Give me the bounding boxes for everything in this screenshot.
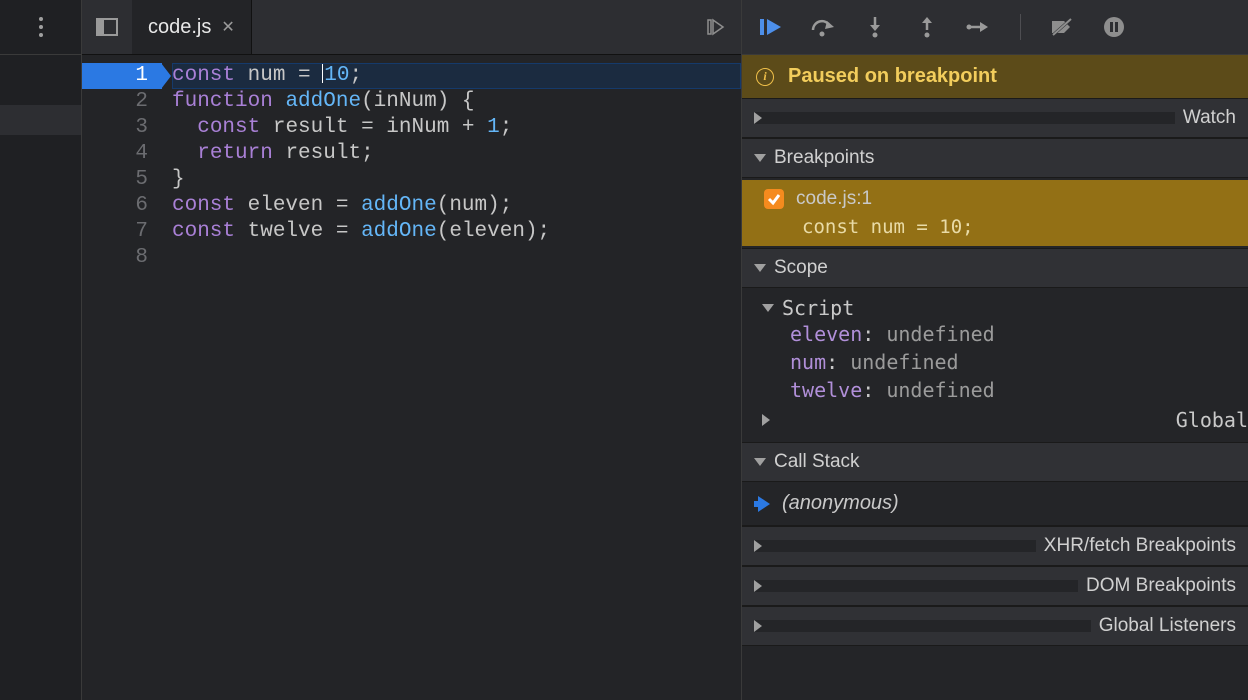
debugger-panel: i Paused on breakpoint Watch Breakpoints… — [742, 0, 1248, 700]
line-number[interactable]: 8 — [82, 245, 162, 271]
scope-variable[interactable]: num: undefined — [790, 348, 1248, 376]
line-gutter[interactable]: 12345678 — [82, 55, 162, 700]
breakpoints-list: code.js:1 const num = 10; — [742, 178, 1248, 248]
source-panel: code.js ✕ 12345678 const num = 10;functi… — [82, 0, 742, 700]
run-snippet-button[interactable] — [691, 0, 741, 54]
scope-script[interactable]: Script — [762, 296, 1248, 320]
chevron-right-icon — [754, 112, 1175, 124]
section-label: Global Listeners — [1099, 615, 1236, 637]
close-icon[interactable]: ✕ — [221, 17, 234, 37]
section-xhr[interactable]: XHR/fetch Breakpoints — [742, 526, 1248, 566]
more-options-button[interactable] — [0, 0, 81, 55]
tab-codejs[interactable]: code.js ✕ — [132, 0, 252, 54]
breakpoint-label: code.js:1 — [796, 188, 872, 210]
callstack-frame[interactable]: (anonymous) — [742, 482, 1248, 526]
section-dom[interactable]: DOM Breakpoints — [742, 566, 1248, 606]
section-label: Scope — [774, 257, 828, 279]
scope-variable[interactable]: eleven: undefined — [790, 320, 1248, 348]
line-number[interactable]: 2 — [82, 89, 162, 115]
frame-name: (anonymous) — [782, 492, 899, 515]
scope-global[interactable]: Global — [762, 408, 1248, 432]
code-line[interactable]: const twelve = addOne(eleven); — [172, 219, 741, 245]
step-over-button[interactable] — [808, 12, 838, 42]
step-out-button[interactable] — [912, 12, 942, 42]
section-label: Call Stack — [774, 451, 860, 473]
breakpoint-code: const num = 10; — [802, 216, 1234, 238]
code-line[interactable]: const result = inNum + 1; — [172, 115, 741, 141]
tab-filename: code.js — [148, 16, 211, 39]
scope-global-label: Global — [1176, 408, 1248, 432]
chevron-down-icon — [754, 154, 766, 162]
chevron-right-icon — [754, 620, 1091, 632]
section-label: Breakpoints — [774, 147, 874, 169]
section-global-listeners[interactable]: Global Listeners — [742, 606, 1248, 646]
scope-variable[interactable]: twelve: undefined — [790, 376, 1248, 404]
scope-script-vars: eleven: undefinednum: undefinedtwelve: u… — [762, 320, 1248, 404]
debugger-toolbar — [742, 0, 1248, 55]
code-line[interactable]: const eleven = addOne(num); — [172, 193, 741, 219]
pause-on-exceptions-button[interactable] — [1099, 12, 1129, 42]
play-outline-icon — [706, 17, 726, 37]
line-number[interactable]: 4 — [82, 141, 162, 167]
line-number[interactable]: 6 — [82, 193, 162, 219]
breakpoint-checkbox[interactable] — [764, 189, 784, 209]
line-number[interactable]: 5 — [82, 167, 162, 193]
chevron-down-icon — [754, 264, 766, 272]
section-label: Watch — [1183, 107, 1236, 129]
callstack-list: (anonymous) — [742, 482, 1248, 526]
sidebar-toggle-icon — [96, 18, 118, 36]
breakpoint-item[interactable]: code.js:1 const num = 10; — [742, 180, 1248, 246]
navigator-selected-slot[interactable] — [0, 105, 81, 135]
section-label: XHR/fetch Breakpoints — [1044, 535, 1236, 557]
line-number[interactable]: 7 — [82, 219, 162, 245]
chevron-down-icon — [754, 458, 766, 466]
editor-tabbar: code.js ✕ — [82, 0, 741, 55]
line-number[interactable]: 3 — [82, 115, 162, 141]
section-callstack[interactable]: Call Stack — [742, 442, 1248, 482]
chevron-right-icon — [754, 580, 1078, 592]
deactivate-breakpoints-button[interactable] — [1047, 12, 1077, 42]
toggle-navigator-button[interactable] — [82, 0, 132, 54]
code-line[interactable]: return result; — [172, 141, 741, 167]
kebab-icon — [39, 25, 43, 29]
info-icon: i — [756, 68, 774, 86]
code-line[interactable]: function addOne(inNum) { — [172, 89, 741, 115]
line-number[interactable]: 1 — [82, 63, 162, 89]
paused-message: Paused on breakpoint — [788, 65, 997, 88]
chevron-right-icon — [754, 540, 1036, 552]
scope-script-label: Script — [782, 296, 854, 320]
paused-banner: i Paused on breakpoint — [742, 55, 1248, 98]
chevron-down-icon — [762, 304, 774, 312]
step-into-button[interactable] — [860, 12, 890, 42]
section-breakpoints[interactable]: Breakpoints — [742, 138, 1248, 178]
code-line[interactable]: const num = 10; — [172, 63, 741, 89]
step-button[interactable] — [964, 12, 994, 42]
chevron-right-icon — [762, 414, 1168, 426]
code-body[interactable]: const num = 10;function addOne(inNum) { … — [162, 55, 741, 700]
section-scope[interactable]: Scope — [742, 248, 1248, 288]
section-label: DOM Breakpoints — [1086, 575, 1236, 597]
section-watch[interactable]: Watch — [742, 98, 1248, 138]
navigator-sidebar — [0, 0, 82, 700]
toolbar-separator — [1020, 14, 1021, 40]
scope-body: Script eleven: undefinednum: undefinedtw… — [742, 288, 1248, 442]
code-line[interactable] — [172, 245, 741, 271]
resume-button[interactable] — [756, 12, 786, 42]
code-line[interactable]: } — [172, 167, 741, 193]
current-frame-icon — [758, 496, 770, 512]
code-editor[interactable]: 12345678 const num = 10;function addOne(… — [82, 55, 741, 700]
